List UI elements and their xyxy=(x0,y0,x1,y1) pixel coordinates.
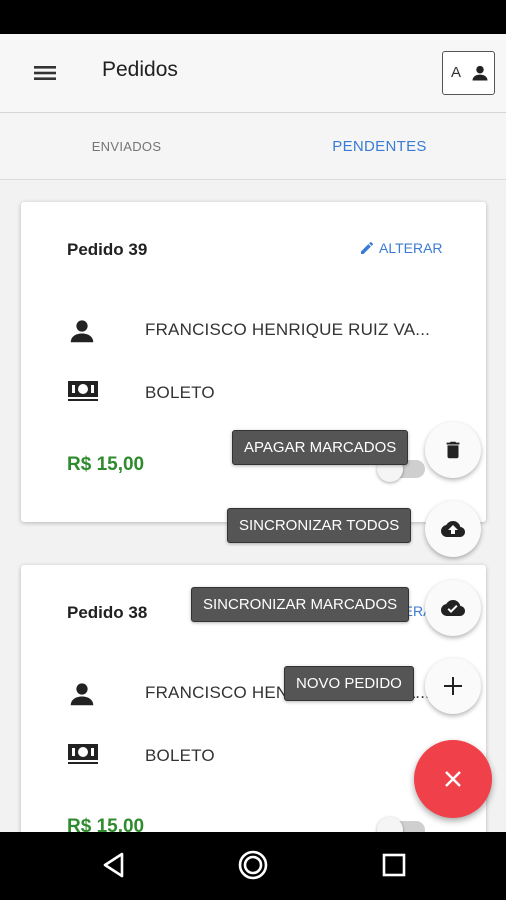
customer-name: FRANCISCO HENRIQUE RUIZ VA... xyxy=(145,320,431,339)
close-fab-button[interactable] xyxy=(414,740,492,818)
apagar-marcados-label[interactable]: APAGAR MARCADOS xyxy=(232,430,409,465)
home-icon[interactable] xyxy=(237,849,269,881)
close-icon xyxy=(445,771,461,787)
tab-pendentes[interactable]: PENDENTES xyxy=(253,113,506,179)
edit-label: ALTERAR xyxy=(379,240,443,256)
back-icon[interactable] xyxy=(100,850,128,880)
profile-letter: A xyxy=(451,64,462,81)
navigation-bar xyxy=(0,832,506,900)
money-icon xyxy=(68,381,98,401)
tab-enviados[interactable]: ENVIADOS xyxy=(0,113,253,179)
page-title: Pedidos xyxy=(102,58,178,81)
person-icon xyxy=(472,65,488,81)
plus-icon xyxy=(444,677,462,695)
pencil-icon xyxy=(361,241,373,254)
order-price: R$ 15,00 xyxy=(67,454,145,475)
sincronizar-marcados-label[interactable]: SINCRONIZAR MARCADOS xyxy=(191,587,410,622)
order-title: Pedido 39 xyxy=(67,240,148,259)
payment-method: BOLETO xyxy=(145,383,215,402)
person-icon xyxy=(70,683,94,706)
money-icon xyxy=(68,744,98,764)
payment-method: BOLETO xyxy=(145,746,215,765)
status-bar xyxy=(0,0,506,34)
new-order-button[interactable] xyxy=(425,658,481,714)
tab-bar: ENVIADOS PENDENTES xyxy=(0,113,506,180)
recents-icon[interactable] xyxy=(382,853,406,877)
sincronizar-todos-label[interactable]: SINCRONIZAR TODOS xyxy=(227,508,412,543)
edit-button[interactable]: ALTERAR xyxy=(359,240,443,256)
app-bar: Pedidos A xyxy=(0,34,506,113)
order-card[interactable]: Pedido 39 ALTERAR FRANCISCO HENRIQUE RUI… xyxy=(21,202,486,522)
cloud-upload-icon xyxy=(441,521,465,537)
sync-selected-button[interactable] xyxy=(425,580,481,636)
delete-button[interactable] xyxy=(425,422,481,478)
profile-button[interactable]: A xyxy=(442,51,495,95)
order-title: Pedido 38 xyxy=(67,603,148,622)
person-icon xyxy=(70,320,94,343)
menu-icon[interactable] xyxy=(28,60,62,86)
trash-icon xyxy=(446,441,460,459)
novo-pedido-label[interactable]: NOVO PEDIDO xyxy=(284,666,414,701)
cloud-done-icon xyxy=(441,600,465,616)
sync-all-button[interactable] xyxy=(425,501,481,557)
